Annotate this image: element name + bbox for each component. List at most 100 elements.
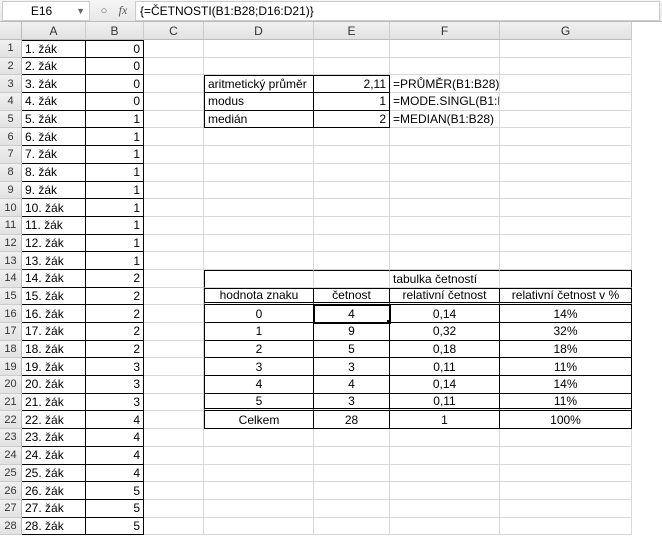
cell[interactable]: 4. žák — [22, 93, 86, 111]
cell[interactable] — [500, 429, 632, 447]
cell[interactable]: 7. žák — [22, 146, 86, 164]
cell[interactable] — [314, 182, 390, 200]
cell[interactable]: tabulka četností — [390, 270, 500, 288]
cell[interactable] — [144, 182, 204, 200]
row-header[interactable]: 24 — [0, 447, 22, 465]
cell[interactable]: 5 — [86, 482, 144, 500]
cell[interactable] — [314, 58, 390, 76]
row-header[interactable]: 1 — [0, 40, 22, 58]
cell[interactable] — [390, 199, 500, 217]
cell[interactable] — [314, 217, 390, 235]
cell[interactable] — [390, 58, 500, 76]
column-header[interactable]: G — [500, 22, 632, 40]
cell[interactable] — [144, 146, 204, 164]
column-header[interactable]: F — [390, 22, 500, 40]
cell[interactable] — [314, 40, 390, 58]
cell[interactable] — [314, 164, 390, 182]
cell[interactable]: 3 — [204, 358, 314, 376]
cell[interactable]: 14% — [500, 305, 632, 323]
row-header[interactable]: 11 — [0, 217, 22, 235]
cell[interactable] — [390, 500, 500, 518]
cell[interactable]: =PRŮMĚR(B1:B28) — [390, 75, 500, 93]
cell[interactable] — [314, 482, 390, 500]
cell[interactable] — [144, 447, 204, 465]
cell[interactable]: 0,32 — [390, 323, 500, 341]
cell[interactable] — [204, 482, 314, 500]
row-header[interactable]: 14 — [0, 270, 22, 288]
cell[interactable] — [390, 235, 500, 253]
cell[interactable]: 3 — [86, 358, 144, 376]
cell[interactable]: 100% — [500, 411, 632, 429]
cell[interactable] — [314, 199, 390, 217]
cell[interactable] — [314, 252, 390, 270]
cell[interactable] — [314, 146, 390, 164]
cell[interactable]: 2 — [86, 270, 144, 288]
cell[interactable] — [314, 429, 390, 447]
cell[interactable] — [144, 128, 204, 146]
cell[interactable]: relativní četnost v % — [500, 288, 632, 306]
cell[interactable] — [500, 93, 632, 111]
cell[interactable] — [204, 58, 314, 76]
cell[interactable]: 9 — [314, 323, 390, 341]
cell[interactable]: 4 — [86, 429, 144, 447]
fx-icon[interactable]: fx — [115, 3, 131, 19]
cell[interactable] — [144, 164, 204, 182]
cell[interactable] — [144, 376, 204, 394]
cell[interactable]: 20. žák — [22, 376, 86, 394]
cell[interactable]: 1 — [86, 235, 144, 253]
cell[interactable]: 24. žák — [22, 447, 86, 465]
cell[interactable]: 11% — [500, 358, 632, 376]
cell[interactable]: 17. žák — [22, 323, 86, 341]
cell[interactable]: medián — [204, 111, 314, 129]
cell[interactable] — [144, 199, 204, 217]
row-header[interactable]: 9 — [0, 182, 22, 200]
cell[interactable]: 3 — [314, 358, 390, 376]
row-header[interactable]: 18 — [0, 341, 22, 359]
cell[interactable] — [144, 518, 204, 536]
cell[interactable] — [204, 447, 314, 465]
cell[interactable]: 1 — [86, 199, 144, 217]
cell[interactable] — [390, 128, 500, 146]
cell[interactable] — [500, 482, 632, 500]
column-header[interactable]: C — [144, 22, 204, 40]
cell[interactable]: 1 — [86, 252, 144, 270]
cell[interactable] — [144, 500, 204, 518]
row-header[interactable]: 6 — [0, 128, 22, 146]
cell[interactable]: 8. žák — [22, 164, 86, 182]
dropdown-arrow-icon[interactable]: ▼ — [76, 6, 85, 16]
cell[interactable]: 14% — [500, 376, 632, 394]
row-header[interactable]: 20 — [0, 376, 22, 394]
cell[interactable] — [144, 252, 204, 270]
cell[interactable] — [144, 270, 204, 288]
cell[interactable] — [144, 288, 204, 306]
cell[interactable]: 1 — [86, 128, 144, 146]
cell[interactable] — [390, 252, 500, 270]
cell[interactable] — [314, 500, 390, 518]
cell[interactable]: 0,11 — [390, 394, 500, 412]
row-header[interactable]: 3 — [0, 75, 22, 93]
cell[interactable] — [500, 199, 632, 217]
cell[interactable]: 4 — [314, 305, 390, 323]
column-header[interactable]: D — [204, 22, 314, 40]
cell[interactable] — [390, 40, 500, 58]
cell[interactable] — [390, 447, 500, 465]
cell[interactable]: 16. žák — [22, 305, 86, 323]
row-header[interactable]: 12 — [0, 235, 22, 253]
cell[interactable] — [144, 305, 204, 323]
cell[interactable] — [204, 182, 314, 200]
formula-input[interactable]: {=ČETNOSTI(B1:B28;D16:D21)} — [135, 1, 660, 21]
row-header[interactable]: 10 — [0, 199, 22, 217]
cell[interactable]: 4 — [204, 376, 314, 394]
cell[interactable] — [144, 341, 204, 359]
cell[interactable]: 3 — [86, 376, 144, 394]
cell[interactable]: 2 — [86, 305, 144, 323]
cell[interactable]: 19. žák — [22, 358, 86, 376]
cell[interactable]: 2 — [86, 288, 144, 306]
cell[interactable]: 32% — [500, 323, 632, 341]
cell[interactable] — [500, 252, 632, 270]
cell[interactable]: 1 — [390, 411, 500, 429]
cell[interactable]: 3 — [86, 394, 144, 412]
cell[interactable] — [500, 164, 632, 182]
cell[interactable]: 4 — [86, 411, 144, 429]
row-header[interactable]: 27 — [0, 500, 22, 518]
